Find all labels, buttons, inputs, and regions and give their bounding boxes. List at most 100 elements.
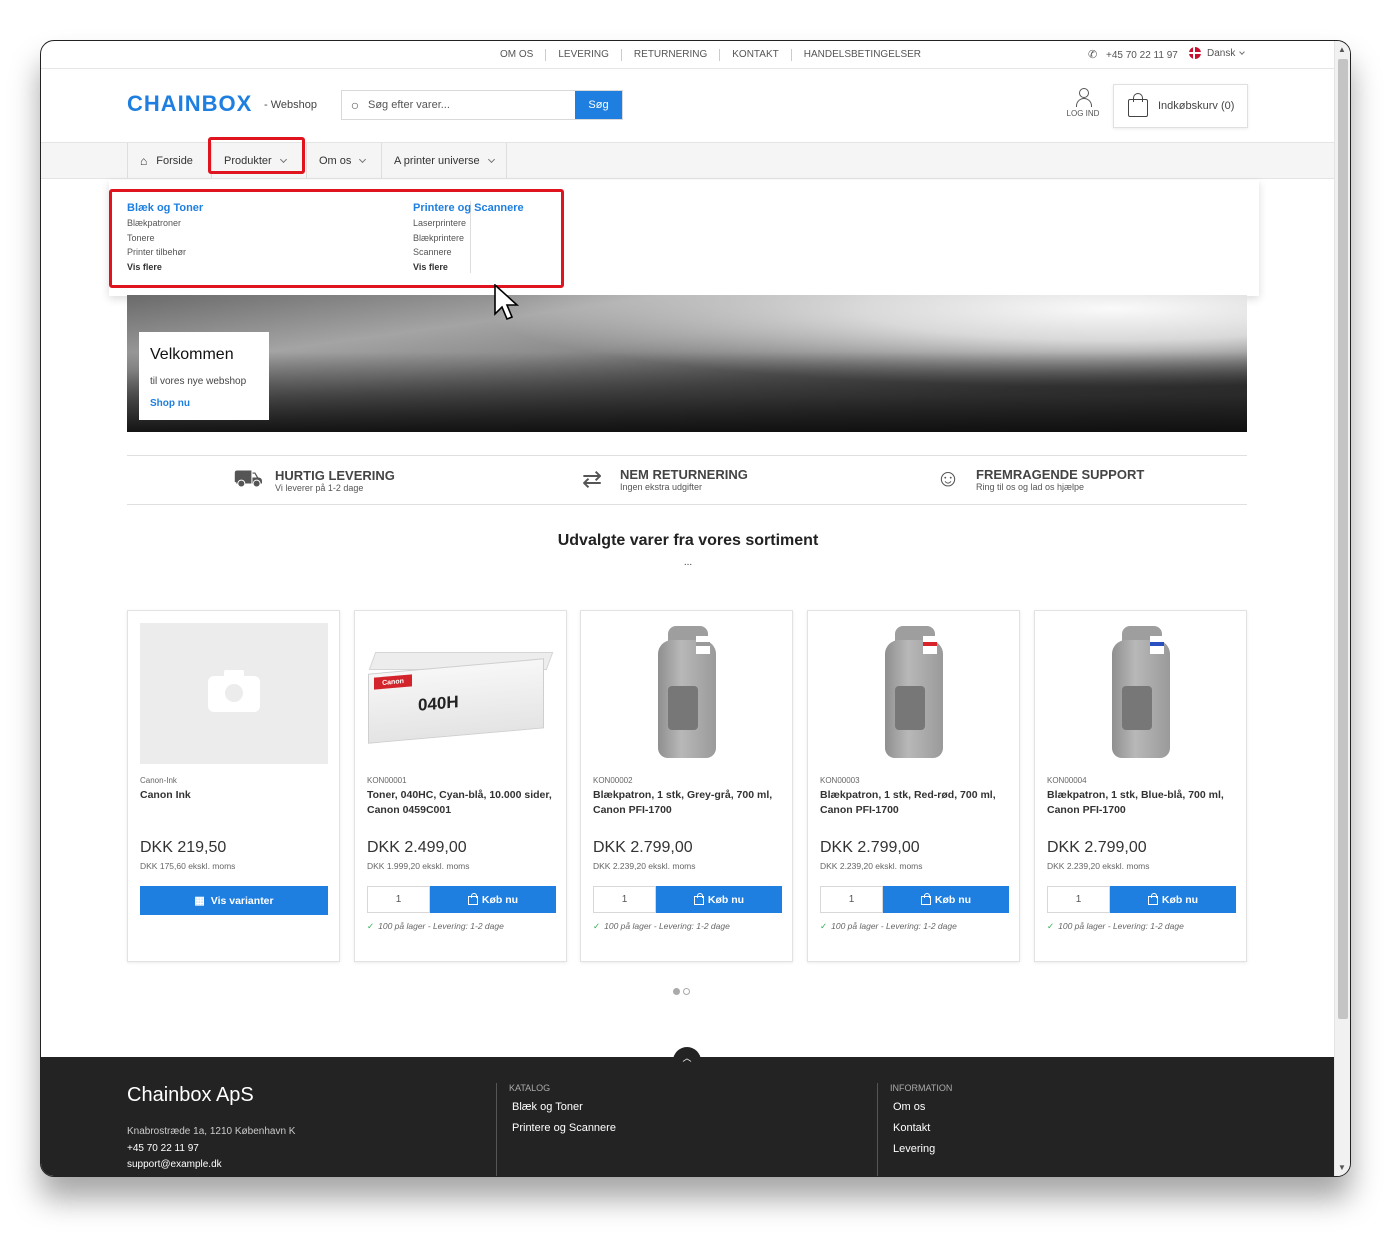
product-price: DKK 2.799,00 [1047,839,1147,856]
nav-item-om-os[interactable]: Om os [306,143,377,178]
footer-phone[interactable]: +45 70 22 11 97 [127,1141,295,1158]
cartridge-window [1122,686,1152,730]
footer-link[interactable]: Om os [890,1101,952,1113]
cart-label: Indkøbskurv (0) [1158,100,1235,112]
browser-window: OM OS LEVERING RETURNERING KONTAKT HANDE… [40,40,1351,1177]
stock-text: 100 på lager - Levering: 1-2 dage [378,921,504,931]
product-code: KON00004 [1047,776,1087,785]
product-name[interactable]: Blækpatron, 1 stk, Blue-blå, 700 ml, Can… [1047,788,1237,818]
search-icon: ○ [350,97,360,113]
search-button[interactable]: Søg [575,91,622,119]
footer-link[interactable]: Printere og Scannere [509,1122,616,1134]
stock-text: 100 på lager - Levering: 1-2 dage [604,921,730,931]
shopping-bag-icon [1128,93,1148,117]
scroll-down-arrow-icon[interactable]: ▼ [1338,1163,1346,1172]
product-price-ex-vat: DKK 1.999,20 ekskl. moms [367,861,470,871]
carousel-dot[interactable] [673,988,680,995]
usp-subtitle: Ring til os og lad os hjælpe [976,481,1085,492]
footer-link[interactable]: Levering [890,1143,952,1155]
product-card: KON00002 Blækpatron, 1 stk, Grey-grå, 70… [580,610,793,962]
cart-button[interactable]: Indkøbskurv (0) [1113,84,1248,128]
usp-bar: ⛟ HURTIG LEVERING Vi leverer på 1-2 dage… [127,455,1247,505]
chevron-down-icon [487,155,495,163]
product-image[interactable] [593,623,781,764]
usp-title: HURTIG LEVERING [275,467,395,483]
login-button[interactable]: LOG IND [1061,88,1105,118]
top-link-om-os[interactable]: OM OS [489,49,547,61]
footer-company-name: Chainbox ApS [127,1084,254,1106]
return-arrows-icon: ⇄ [581,466,603,493]
top-phone[interactable]: ✆ +45 70 22 11 97 [1088,48,1178,61]
scroll-to-top-button[interactable]: ︿ [673,1047,701,1075]
footer-link[interactable]: Kontakt [890,1122,952,1134]
stock-text: 100 på lager - Levering: 1-2 dage [831,921,957,931]
footer-catalog-heading: KATALOG [509,1083,551,1093]
vertical-scrollbar[interactable]: ▲ ▼ [1334,41,1350,1176]
top-bar: OM OS LEVERING RETURNERING KONTAKT HANDE… [41,41,1335,69]
phone-number: +45 70 22 11 97 [1106,50,1178,61]
product-price: DKK 219,50 [140,839,227,856]
buy-now-button[interactable]: Køb nu [883,886,1009,913]
language-selector[interactable]: Dansk [1189,47,1246,59]
hero-shop-link[interactable]: Shop nu [150,398,190,409]
top-link-handelsbetingelser[interactable]: HANDELSBETINGELSER [792,49,933,61]
nav-label-om-os: Om os [319,154,352,167]
product-name[interactable]: Blækpatron, 1 stk, Red-rød, 700 ml, Cano… [820,788,1010,818]
phone-icon: ✆ [1088,49,1098,61]
buy-now-button[interactable]: Køb nu [1110,886,1236,913]
view-variants-button[interactable]: ▦ Vis varianter [140,886,328,915]
home-icon: ⌂ [140,153,148,168]
top-link-levering[interactable]: LEVERING [546,49,622,61]
quantity-input[interactable]: 1 [1047,886,1110,913]
chevron-up-icon: ︿ [682,1053,692,1063]
cartridge-color-strip [923,642,937,646]
search-bar: ○ Søg [341,90,623,120]
usp-title: NEM RETURNERING [620,467,748,482]
scrollbar-thumb[interactable] [1338,59,1348,1019]
carousel-dot[interactable] [683,988,690,995]
product-name[interactable]: Blækpatron, 1 stk, Grey-grå, 700 ml, Can… [593,788,783,818]
buy-now-button[interactable]: Køb nu [656,886,782,913]
product-price: DKK 2.799,00 [593,839,693,856]
site-logo[interactable]: CHAINBOX [127,91,252,117]
quantity-input[interactable]: 1 [593,886,656,913]
featured-title: Udvalgte varer fra vores sortiment [557,532,819,549]
top-link-kontakt[interactable]: KONTAKT [720,49,792,61]
buy-now-label: Køb nu [1161,893,1199,906]
nav-item-forside[interactable]: ⌂ Forside [127,143,205,178]
scroll-up-arrow-icon[interactable]: ▲ [1338,45,1346,54]
ink-cartridge-image [1106,626,1176,761]
buy-now-button[interactable]: Køb nu [430,886,556,913]
usp-subtitle: Ingen ekstra udgifter [620,482,703,492]
logo-subtitle: - Webshop [264,99,317,111]
stock-status: ✓ 100 på lager - Levering: 1-2 dage [367,921,504,932]
search-input[interactable] [368,91,575,119]
product-name[interactable]: Canon Ink [140,788,330,803]
top-link-returnering[interactable]: RETURNERING [622,49,721,61]
shopping-bag-icon [920,893,931,905]
product-card: Canon-Ink Canon Ink DKK 219,50 DKK 175,6… [127,610,340,962]
product-image[interactable] [1047,623,1235,764]
nav-item-a-printer-universe[interactable]: A printer universe [381,143,507,178]
support-agent-icon: ☺ [935,465,961,492]
chevron-down-icon [359,155,367,163]
webshop-page: OM OS LEVERING RETURNERING KONTAKT HANDE… [41,41,1335,1176]
hero-subtitle: til vores nye webshop [150,376,247,387]
product-image-placeholder[interactable] [140,623,328,764]
product-code: KON00001 [367,776,407,785]
cartridge-color-strip [696,642,710,646]
cartridge-color-strip [1150,642,1164,646]
stock-text: 100 på lager - Levering: 1-2 dage [1058,921,1184,931]
product-image[interactable]: Canon 040H [367,623,555,764]
product-image[interactable] [820,623,1008,764]
top-nav: OM OS LEVERING RETURNERING KONTAKT HANDE… [489,49,933,61]
quantity-input[interactable]: 1 [820,886,883,913]
quantity-input[interactable]: 1 [367,886,430,913]
stock-status: ✓ 100 på lager - Levering: 1-2 dage [1047,921,1184,932]
footer-email[interactable]: support@example.dk [127,1157,295,1174]
product-name[interactable]: Toner, 040HC, Cyan-blå, 10.000 sider, Ca… [367,788,557,818]
footer-link[interactable]: Blæk og Toner [509,1101,616,1113]
usp-delivery: ⛟ HURTIG LEVERING Vi leverer på 1-2 dage [233,465,395,495]
checkmark-icon: ✓ [367,921,375,931]
product-card: KON00003 Blækpatron, 1 stk, Red-rød, 700… [807,610,1020,962]
